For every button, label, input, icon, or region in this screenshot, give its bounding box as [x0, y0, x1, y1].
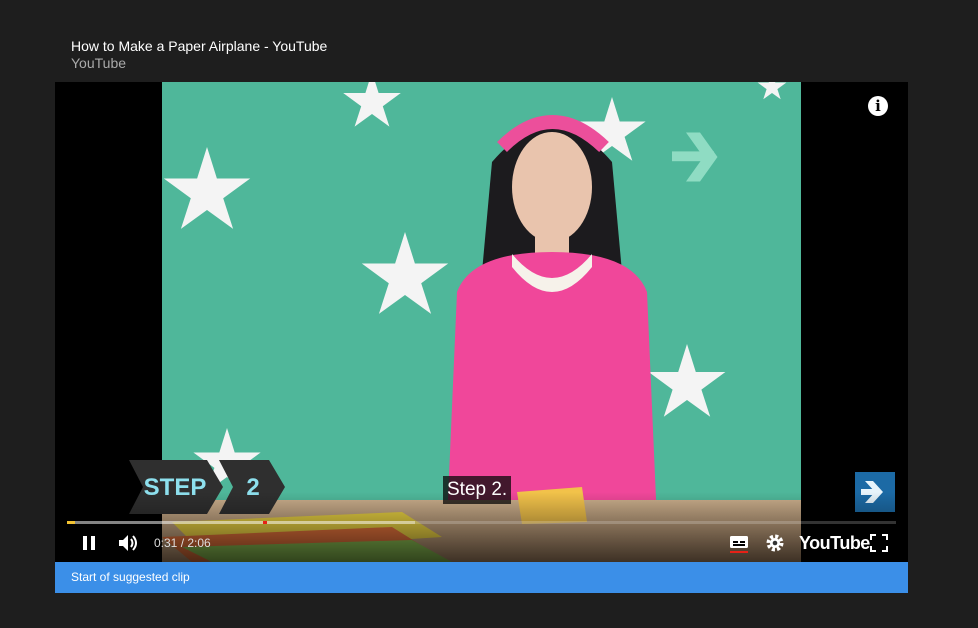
suggested-clip-label: Start of suggested clip	[71, 570, 190, 584]
pause-icon	[83, 536, 95, 550]
video-player[interactable]: STEP 2 Step 2. i 0:31 / 2:06 YouTube	[55, 82, 908, 562]
backdrop-star	[343, 82, 401, 127]
page-header: How to Make a Paper Airplane - YouTube Y…	[71, 38, 327, 71]
subtitles-button[interactable]	[725, 529, 753, 557]
suggested-clip-bar[interactable]: Start of suggested clip	[55, 562, 908, 593]
time-display: 0:31 / 2:06	[154, 529, 211, 557]
progress-bar[interactable]	[67, 521, 896, 524]
volume-button[interactable]	[115, 529, 143, 557]
clip-start-marker[interactable]	[263, 521, 267, 524]
volume-icon	[119, 535, 137, 551]
fullscreen-icon	[870, 534, 888, 552]
backdrop-star	[757, 82, 787, 100]
video-title[interactable]: How to Make a Paper Airplane - YouTube	[71, 38, 327, 54]
channel-name[interactable]: YouTube	[71, 55, 327, 71]
presenter	[447, 115, 657, 522]
progress-buffered	[67, 521, 415, 524]
backdrop-star	[163, 147, 251, 229]
info-icon[interactable]: i	[868, 96, 888, 116]
settings-icon	[766, 534, 784, 552]
fullscreen-button[interactable]	[865, 529, 893, 557]
pause-button[interactable]	[75, 529, 103, 557]
player-controls: 0:31 / 2:06 YouTube	[55, 529, 908, 557]
time-separator: /	[177, 536, 188, 550]
settings-button[interactable]	[761, 529, 789, 557]
subtitles-icon	[730, 536, 748, 553]
progress-played	[67, 521, 75, 524]
brand-watermark-icon	[672, 132, 718, 182]
duration: 2:06	[187, 536, 211, 550]
current-time: 0:31	[154, 536, 178, 550]
youtube-logo[interactable]: YouTube	[799, 529, 870, 557]
